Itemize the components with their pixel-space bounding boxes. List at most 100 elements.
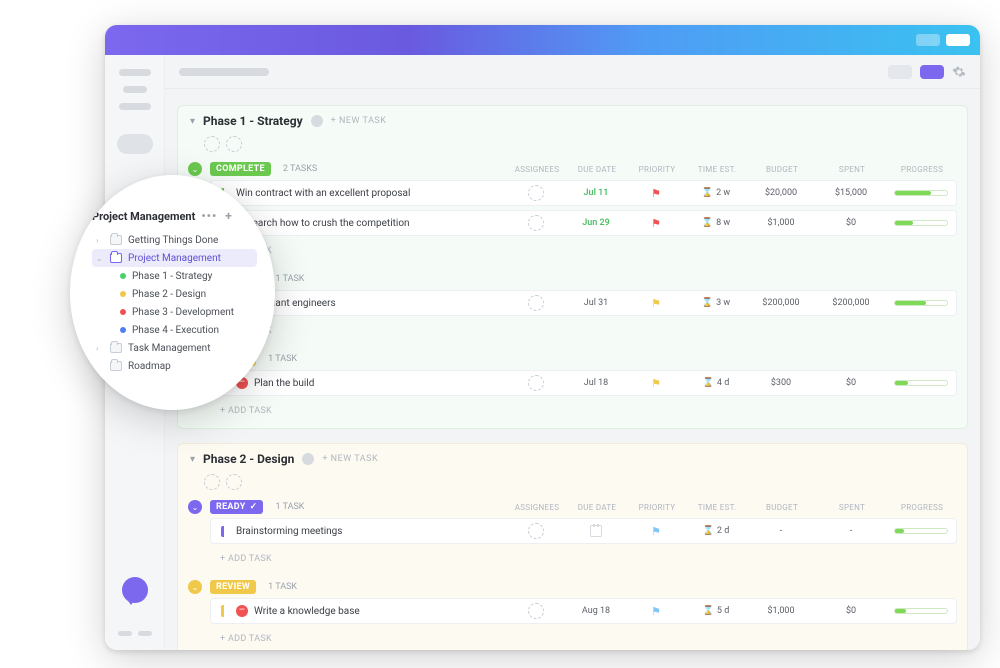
time-est-cell[interactable]: ⌛2 d [686,526,746,536]
due-date-cell[interactable]: Jul 11 [566,188,626,198]
assignee-icon[interactable] [528,295,544,311]
budget-cell[interactable]: $300 [746,378,816,388]
time-est-cell[interactable]: ⌛3 w [686,298,746,308]
search-placeholder[interactable] [117,134,153,154]
chevron-down-icon[interactable]: ⌄ [188,580,202,594]
budget-cell[interactable]: $20,000 [746,188,816,198]
priority-cell[interactable]: ⚑ [626,187,686,200]
assignee-icon[interactable] [528,603,544,619]
gear-icon[interactable] [952,65,966,79]
sidebar-folder[interactable]: ›Task Management [92,339,257,357]
assignee-chip[interactable] [226,474,242,490]
status-header[interactable]: ⌄ READY ✓ 1 TASKASSIGNEESDUE DATEPRIORIT… [188,500,957,514]
spent-cell[interactable]: $0 [816,606,886,616]
spent-cell[interactable]: $15,000 [816,188,886,198]
phase-header[interactable]: ▾ Phase 1 - Strategy + NEW TASK [178,106,967,136]
budget-cell[interactable]: - [746,526,816,536]
due-date-cell[interactable]: Jun 29 [566,218,626,228]
progress-cell[interactable] [886,300,956,306]
add-task-button[interactable]: + ADD TASK [210,628,957,650]
titlebar-toggle-dim[interactable] [916,34,940,46]
priority-cell[interactable]: ⚑ [626,217,686,230]
titlebar-toggle-bright[interactable] [946,34,970,46]
progress-cell[interactable] [886,380,956,386]
priority-cell[interactable]: ⚑ [626,525,686,538]
time-est-cell[interactable]: ⌛2 w [686,188,746,198]
add-task-button[interactable]: + ADD TASK [210,548,957,570]
spent-cell[interactable]: $200,000 [816,298,886,308]
task-row[interactable]: Hire brilliant engineers Jul 31 ⚑ ⌛3 w $… [210,290,957,316]
sidebar-folder[interactable]: ›Getting Things Done [92,231,257,249]
add-task-button[interactable]: + ADD TASK [210,400,957,422]
calendar-icon[interactable] [590,525,602,537]
chat-icon[interactable] [122,577,148,603]
task-row[interactable]: Win contract with an excellent proposal … [210,180,957,206]
assignee-icon[interactable] [528,185,544,201]
priority-chip[interactable] [204,474,220,490]
chevron-down-icon[interactable]: ⌄ [188,162,202,176]
assignee-chip[interactable] [226,136,242,152]
content-scroll[interactable]: ▾ Phase 1 - Strategy + NEW TASK ⌄ COMPLET… [165,89,980,650]
progress-cell[interactable] [886,608,956,614]
spent-cell[interactable]: - [816,526,886,536]
status-header[interactable]: ⌄ REVIEW 1 TASK [188,352,957,366]
info-icon[interactable] [302,453,314,465]
progress-cell[interactable] [886,528,956,534]
budget-cell[interactable]: $1,000 [746,606,816,616]
due-date-cell[interactable]: Aug 18 [566,606,626,616]
spent-cell[interactable]: $0 [816,378,886,388]
progress-cell[interactable] [886,190,956,196]
due-date-cell[interactable] [566,525,626,537]
status-header[interactable]: ⌄ REVIEW 1 TASK [188,580,957,594]
assignee-cell[interactable] [506,215,566,231]
assignee-icon[interactable] [528,523,544,539]
sidebar-folder[interactable]: ⌄Project Management [92,249,257,267]
sidebar-phase[interactable]: Phase 1 - Strategy [92,267,257,285]
assignee-cell[interactable] [506,375,566,391]
due-date-cell[interactable]: Jul 18 [566,378,626,388]
assignee-cell[interactable] [506,603,566,619]
more-icon[interactable]: ••• [201,209,217,223]
phase-header[interactable]: ▾ Phase 2 - Design + NEW TASK [178,444,967,474]
budget-cell[interactable]: $1,000 [746,218,816,228]
assignee-icon[interactable] [528,375,544,391]
status-pill[interactable]: READY ✓ [210,500,263,514]
status-header[interactable]: ⌄ COMPLETE 2 TASKSASSIGNEESDUE DATEPRIOR… [188,162,957,176]
collapse-icon[interactable]: ▾ [190,116,195,127]
spent-cell[interactable]: $0 [816,218,886,228]
status-header[interactable]: ⌄ READY ✓ 1 TASK [188,272,957,286]
assignee-cell[interactable] [506,185,566,201]
sidebar-phase[interactable]: Phase 2 - Design [92,285,257,303]
time-est-cell[interactable]: ⌛4 d [686,378,746,388]
due-date-cell[interactable]: Jul 31 [566,298,626,308]
header-primary-button[interactable] [920,65,944,79]
new-task-button[interactable]: + NEW TASK [322,454,378,464]
chevron-down-icon[interactable]: ⌄ [188,500,202,514]
add-task-button[interactable]: + ADD TASK [210,240,957,262]
progress-cell[interactable] [886,220,956,226]
sidebar-phase[interactable]: Phase 4 - Execution [92,321,257,339]
sidebar-folder[interactable]: Roadmap [92,357,257,375]
collapse-icon[interactable]: ▾ [190,454,195,465]
add-icon[interactable]: + [225,209,232,223]
assignee-cell[interactable] [506,523,566,539]
add-task-button[interactable]: + ADD TASK [210,320,957,342]
task-row[interactable]: Research how to crush the competition Ju… [210,210,957,236]
assignee-icon[interactable] [528,215,544,231]
time-est-cell[interactable]: ⌛5 d [686,606,746,616]
budget-cell[interactable]: $200,000 [746,298,816,308]
priority-cell[interactable]: ⚑ [626,605,686,618]
priority-cell[interactable]: ⚑ [626,377,686,390]
header-button-placeholder[interactable] [888,65,912,79]
status-pill[interactable]: REVIEW [210,580,256,594]
status-pill[interactable]: COMPLETE [210,162,271,176]
priority-cell[interactable]: ⚑ [626,297,686,310]
info-icon[interactable] [311,115,323,127]
new-task-button[interactable]: + NEW TASK [331,116,387,126]
task-row[interactable]: –Write a knowledge base Aug 18 ⚑ ⌛5 d $1… [210,598,957,624]
task-row[interactable]: Brainstorming meetings ⚑ ⌛2 d - - [210,518,957,544]
sidebar-phase[interactable]: Phase 3 - Development [92,303,257,321]
assignee-cell[interactable] [506,295,566,311]
time-est-cell[interactable]: ⌛8 w [686,218,746,228]
priority-chip[interactable] [204,136,220,152]
